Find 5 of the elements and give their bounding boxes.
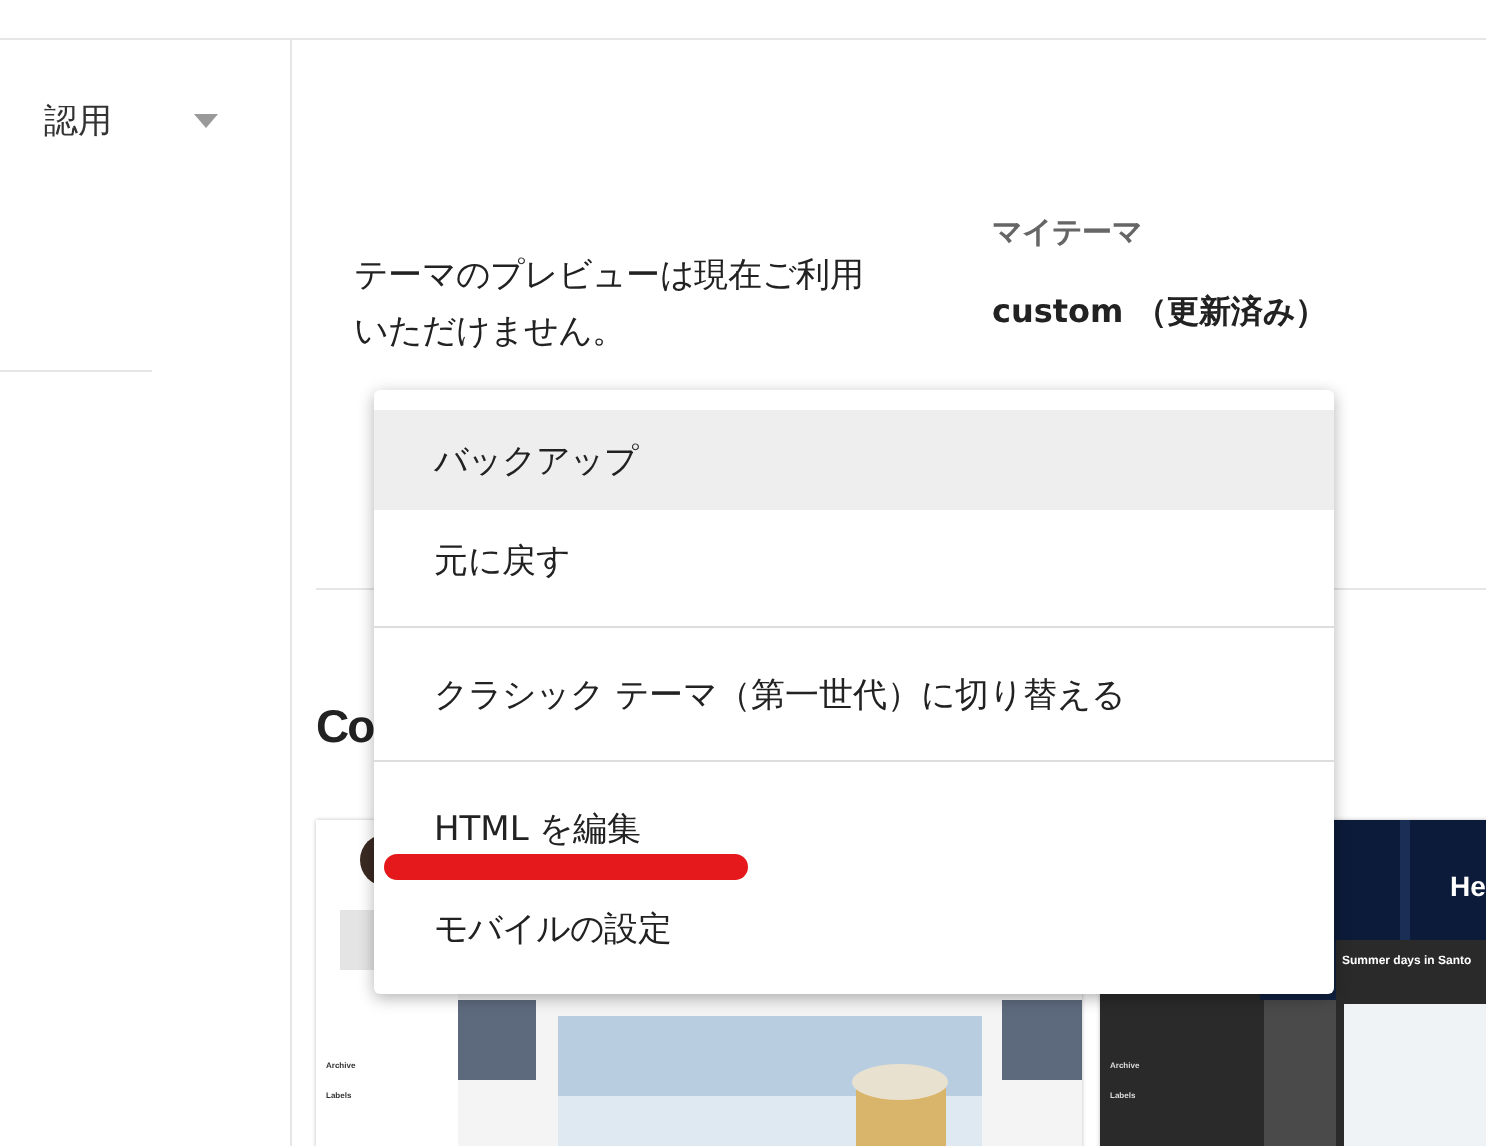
current-theme-name: custom （更新済み）: [992, 292, 1327, 334]
section-heading: Co: [316, 698, 374, 756]
template-header-text: He: [1450, 870, 1486, 902]
my-theme-label: マイテーマ: [992, 214, 1144, 252]
preview-notice: テーマのプレビューは現在ご利用いただけません。: [354, 254, 866, 356]
